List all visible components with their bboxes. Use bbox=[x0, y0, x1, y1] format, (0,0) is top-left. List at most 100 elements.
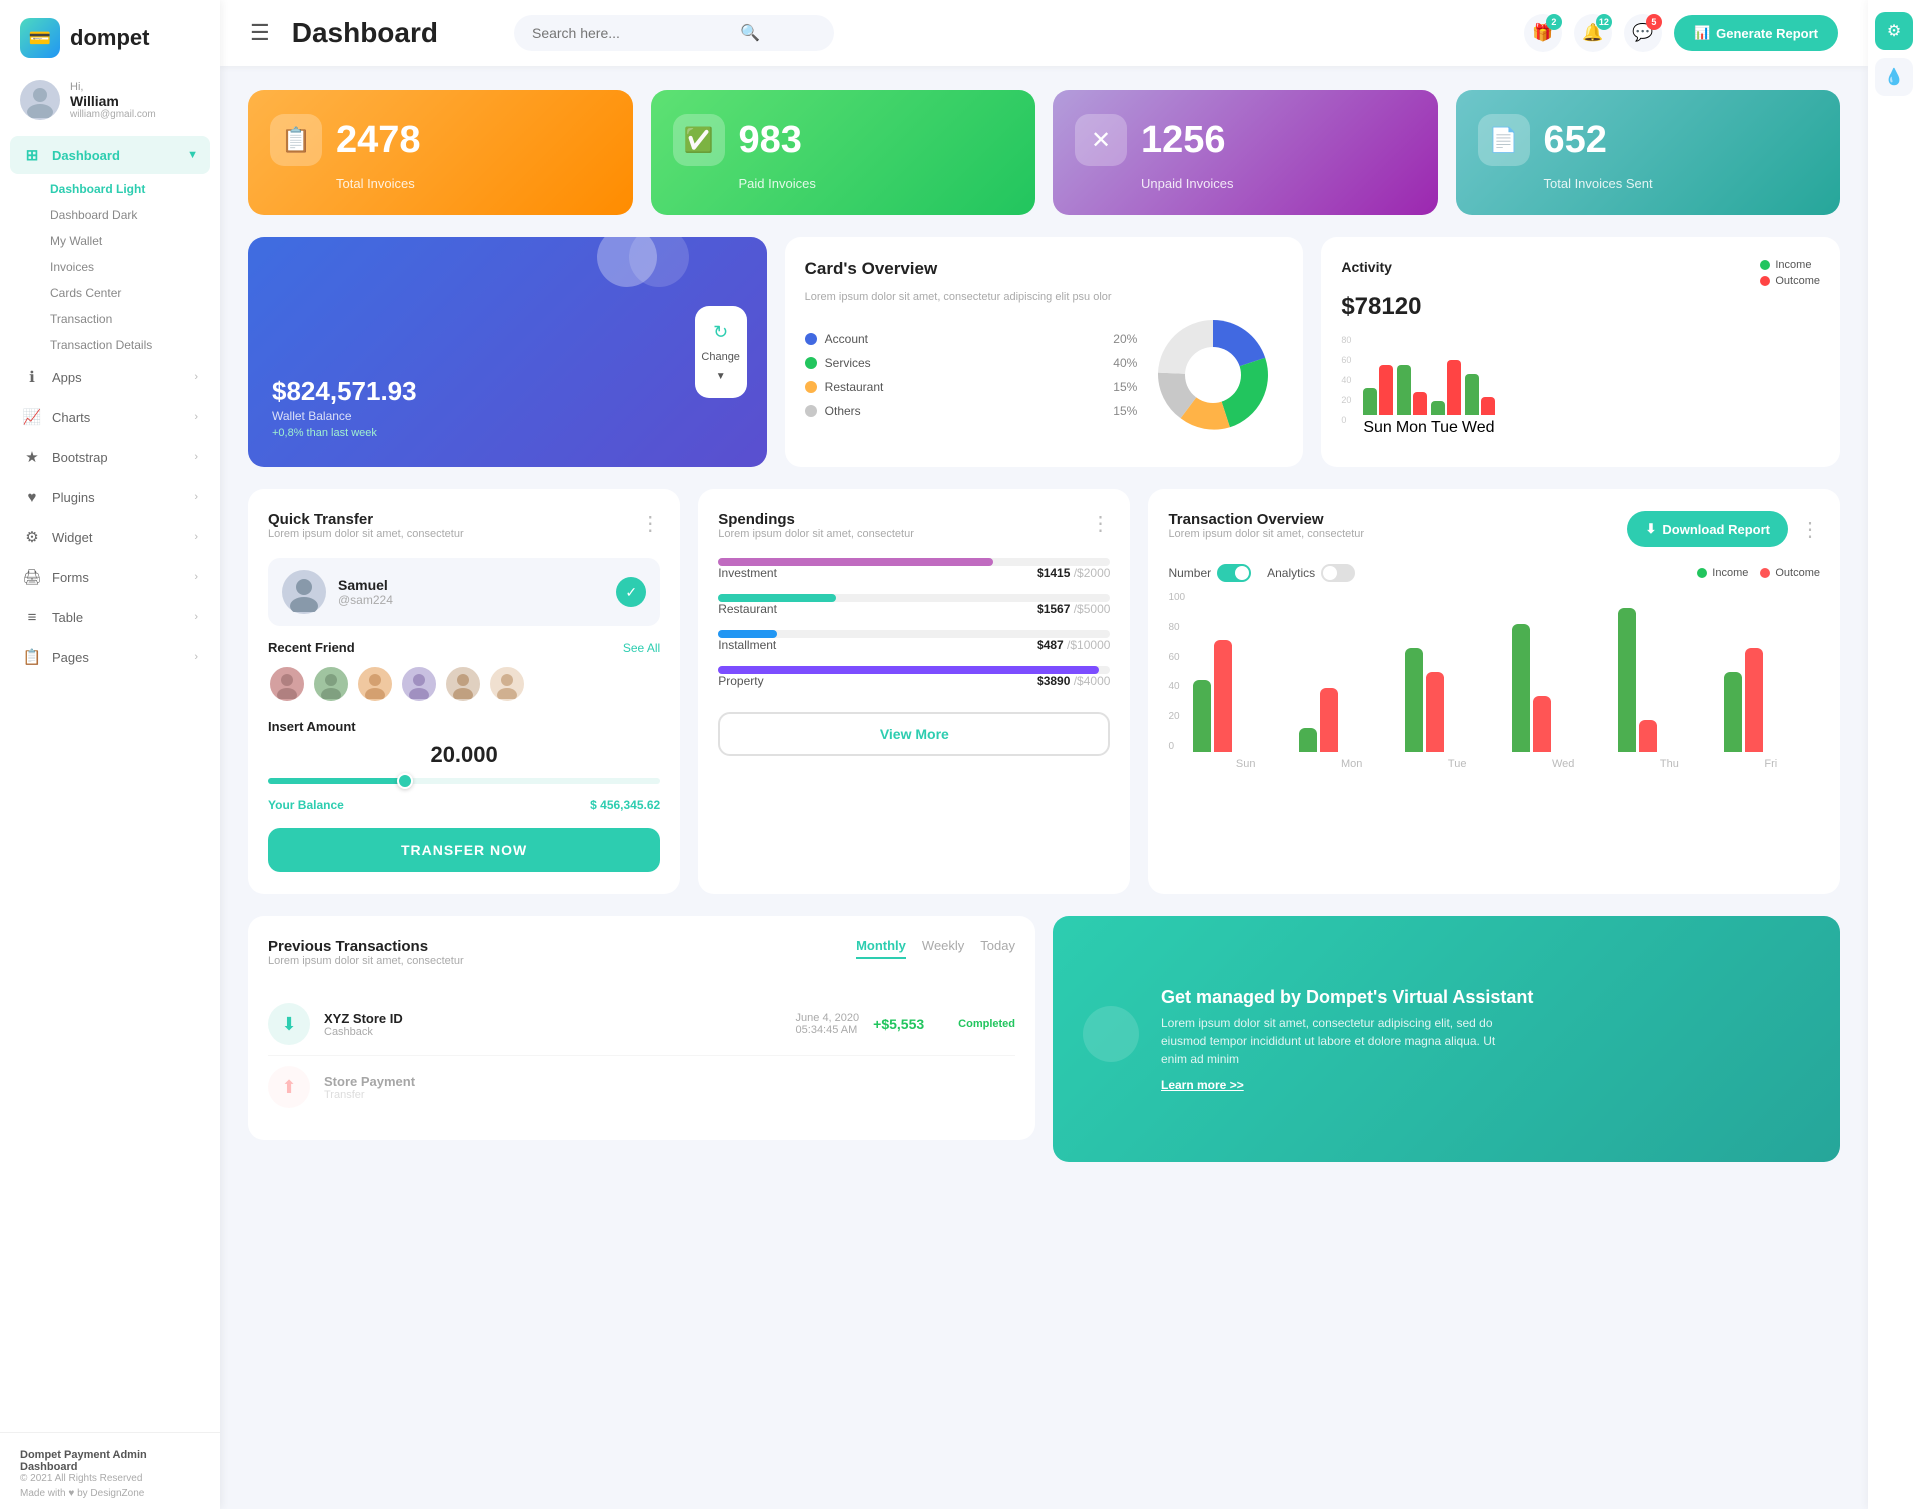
bottom-section: Quick Transfer Lorem ipsum dolor sit ame… bbox=[248, 489, 1840, 894]
y-0: 0 bbox=[1168, 741, 1185, 752]
sidebar-item-apps[interactable]: ℹ Apps › bbox=[10, 358, 210, 396]
slider-thumb[interactable] bbox=[397, 773, 413, 789]
water-button[interactable]: 💧 bbox=[1875, 58, 1913, 96]
analytics-toggle[interactable] bbox=[1321, 564, 1355, 582]
transaction-row-1: ⬇ XYZ Store ID Cashback June 4, 2020 05:… bbox=[268, 993, 1015, 1056]
download-report-button[interactable]: ⬇ Download Report bbox=[1627, 511, 1788, 547]
spendings-subtitle: Lorem ipsum dolor sit amet, consectetur bbox=[718, 528, 914, 540]
wallet-change: +0,8% than last week bbox=[272, 427, 743, 439]
spending-property: Property $3890 /$4000 bbox=[718, 666, 1110, 688]
friend-avatar-1[interactable] bbox=[268, 665, 306, 703]
sidebar-sub-invoices[interactable]: Invoices bbox=[42, 254, 210, 280]
tx-label-mon: Mon bbox=[1341, 758, 1362, 770]
stat-card-paid-invoices: ✅ 983 Paid Invoices bbox=[651, 90, 1036, 215]
tx-toggle-controls: Number Analytics bbox=[1168, 564, 1355, 582]
y-100: 100 bbox=[1168, 592, 1185, 603]
amount-label: Insert Amount bbox=[268, 719, 660, 734]
sun-income bbox=[1193, 680, 1211, 752]
tx-income-dot bbox=[1697, 568, 1707, 578]
paid-invoices-icon: ✅ bbox=[673, 114, 725, 166]
dashboard-submenu: Dashboard Light Dashboard Dark My Wallet… bbox=[10, 176, 210, 358]
sidebar-item-dashboard[interactable]: ⊞ Dashboard ▼ bbox=[10, 136, 210, 174]
sidebar-sub-transaction-details[interactable]: Transaction Details bbox=[42, 332, 210, 358]
va-learn-more-link[interactable]: Learn more >> bbox=[1161, 1078, 1533, 1092]
outcome-dot bbox=[1760, 276, 1770, 286]
installment-label: Installment bbox=[718, 638, 1037, 652]
tx-outcome-legend: Outcome bbox=[1760, 567, 1820, 579]
tab-weekly[interactable]: Weekly bbox=[922, 938, 964, 959]
activity-bars-wrapper: Sun Mon Tue Wed bbox=[1363, 335, 1820, 437]
gift-notification-button[interactable]: 🎁 2 bbox=[1524, 14, 1562, 52]
account-dot bbox=[805, 333, 817, 345]
friend-avatar-6[interactable] bbox=[488, 665, 526, 703]
restaurant-label-sp: Restaurant bbox=[718, 602, 1037, 616]
chat-badge: 5 bbox=[1646, 14, 1662, 30]
tx-menu-dots[interactable]: ⋮ bbox=[1800, 517, 1820, 542]
hamburger-menu[interactable]: ☰ bbox=[250, 20, 270, 46]
settings-button[interactable]: ⚙ bbox=[1875, 12, 1913, 50]
spendings-menu-dots[interactable]: ⋮ bbox=[1090, 511, 1110, 536]
confirm-friend-button[interactable]: ✓ bbox=[616, 577, 646, 607]
friend-avatar-3[interactable] bbox=[356, 665, 394, 703]
bell-notification-button[interactable]: 🔔 12 bbox=[1574, 14, 1612, 52]
mon-outcome-bar bbox=[1413, 392, 1427, 415]
number-toggle[interactable] bbox=[1217, 564, 1251, 582]
sidebar-sub-dashboard-light[interactable]: Dashboard Light bbox=[42, 176, 210, 202]
friend-avatar-4[interactable] bbox=[400, 665, 438, 703]
qt-menu-dots[interactable]: ⋮ bbox=[640, 511, 660, 536]
forms-icon: 🖨 bbox=[22, 567, 42, 587]
quick-transfer-card: Quick Transfer Lorem ipsum dolor sit ame… bbox=[248, 489, 680, 894]
tue-income bbox=[1405, 648, 1423, 752]
sidebar-sub-cards-center[interactable]: Cards Center bbox=[42, 280, 210, 306]
property-bar-fill bbox=[718, 666, 1098, 674]
income-label: Income bbox=[1775, 259, 1811, 271]
sidebar-sub-transaction[interactable]: Transaction bbox=[42, 306, 210, 332]
sidebar-item-table[interactable]: ≡ Table › bbox=[10, 598, 210, 636]
see-all-button[interactable]: See All bbox=[623, 641, 660, 655]
tab-monthly[interactable]: Monthly bbox=[856, 938, 906, 959]
friend-avatar-5[interactable] bbox=[444, 665, 482, 703]
right-panel: ⚙ 💧 bbox=[1868, 0, 1920, 1509]
services-dot bbox=[805, 357, 817, 369]
restaurant-amount: $1567 bbox=[1037, 602, 1070, 616]
investment-label: Investment bbox=[718, 566, 1037, 580]
friend-avatar-2[interactable] bbox=[312, 665, 350, 703]
sidebar-sub-my-wallet[interactable]: My Wallet bbox=[42, 228, 210, 254]
generate-report-button[interactable]: 📊 Generate Report bbox=[1674, 15, 1838, 51]
chevron-right-icon-5: › bbox=[194, 531, 198, 543]
sidebar-item-pages[interactable]: 📋 Pages › bbox=[10, 638, 210, 676]
tx-date-val: June 4, 2020 bbox=[796, 1012, 860, 1024]
sidebar-item-widget[interactable]: ⚙ Widget › bbox=[10, 518, 210, 556]
spending-restaurant: Restaurant $1567 /$5000 bbox=[718, 594, 1110, 616]
co-row-account: Account 20% bbox=[805, 332, 1138, 346]
unpaid-invoices-number: 1256 bbox=[1141, 121, 1226, 159]
restaurant-val: $1567 /$5000 bbox=[1037, 602, 1110, 616]
table-icon: ≡ bbox=[22, 607, 42, 627]
dashboard-icon: ⊞ bbox=[22, 145, 42, 165]
tab-today[interactable]: Today bbox=[980, 938, 1015, 959]
transfer-now-button[interactable]: TRANSFER NOW bbox=[268, 828, 660, 872]
download-icon: ⬇ bbox=[1645, 521, 1656, 537]
co-row-services: Services 40% bbox=[805, 356, 1138, 370]
investment-amount: $1415 bbox=[1037, 566, 1070, 580]
tx-icon-2: ⬆ bbox=[268, 1066, 310, 1108]
tx-label-fri: Fri bbox=[1764, 758, 1777, 770]
sidebar-item-plugins[interactable]: ♥ Plugins › bbox=[10, 478, 210, 516]
wallet-card-circles bbox=[597, 237, 707, 327]
tue-outcome-bar bbox=[1447, 360, 1461, 415]
chat-notification-button[interactable]: 💬 5 bbox=[1624, 14, 1662, 52]
sidebar-sub-dashboard-dark[interactable]: Dashboard Dark bbox=[42, 202, 210, 228]
search-input[interactable] bbox=[532, 25, 732, 41]
bar-group-tue bbox=[1431, 360, 1461, 415]
sidebar-item-bootstrap[interactable]: ★ Bootstrap › bbox=[10, 438, 210, 476]
bar-group-wed bbox=[1465, 374, 1495, 415]
tx-overview-subtitle: Lorem ipsum dolor sit amet, consectetur bbox=[1168, 528, 1364, 540]
view-more-button[interactable]: View More bbox=[718, 712, 1110, 756]
tx-label-sun: Sun bbox=[1236, 758, 1256, 770]
change-wallet-button[interactable]: ↻ Change ▼ bbox=[695, 306, 747, 398]
wed-outcome bbox=[1533, 696, 1551, 752]
friend-info: Samuel @sam224 bbox=[338, 577, 393, 607]
sidebar-item-forms[interactable]: 🖨 Forms › bbox=[10, 558, 210, 596]
sidebar-item-charts[interactable]: 📈 Charts › bbox=[10, 398, 210, 436]
spending-investment: Investment $1415 /$2000 bbox=[718, 558, 1110, 580]
